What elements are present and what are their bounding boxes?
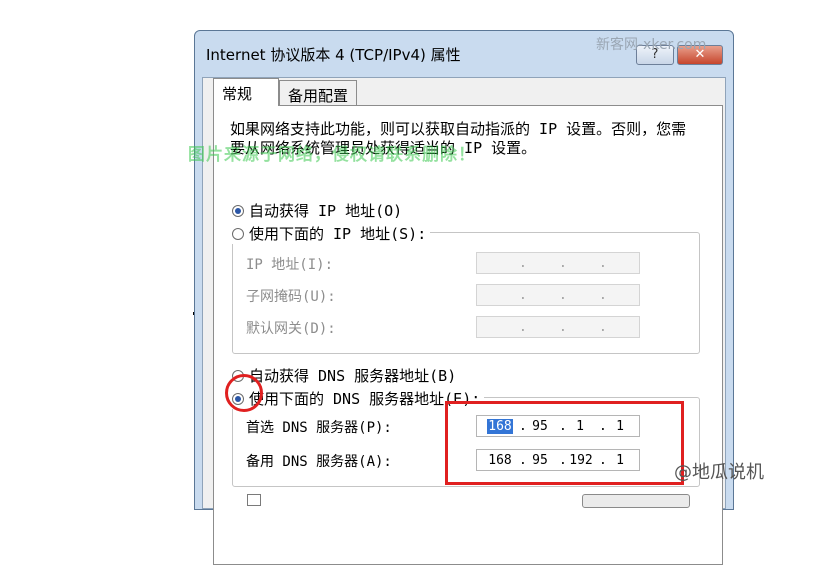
default-gateway-input[interactable]: ... — [476, 316, 640, 338]
window-title: Internet 协议版本 4 (TCP/IPv4) 属性 — [206, 46, 461, 64]
default-gateway-label: 默认网关(D): — [246, 321, 336, 337]
radio-unchecked-icon — [232, 227, 244, 240]
manual-ip-label: 使用下面的 IP 地址(S): — [249, 225, 427, 243]
manual-ip-radio[interactable]: 使用下面的 IP 地址(S): — [232, 223, 431, 244]
preferred-dns-label: 首选 DNS 服务器(P): — [246, 420, 392, 436]
ip-address-label: IP 地址(I): — [246, 257, 334, 273]
corner-watermark: 新客网-xker.com — [596, 37, 707, 53]
tab-alternate-config[interactable]: 备用配置 — [279, 80, 357, 106]
auto-ip-radio[interactable]: 自动获得 IP 地址(O) — [232, 200, 402, 221]
dns-highlight-box — [445, 401, 684, 485]
tab-general[interactable]: 常规 — [213, 78, 279, 106]
radio-highlight-circle — [225, 374, 263, 412]
radio-checked-icon — [232, 204, 244, 217]
subnet-mask-label: 子网掩码(U): — [246, 289, 336, 305]
overlay-watermark: 图片来源于网络，侵权请联系删除！ — [188, 145, 476, 165]
validate-on-exit-checkbox[interactable] — [247, 494, 261, 506]
auto-ip-label: 自动获得 IP 地址(O) — [249, 202, 403, 220]
auto-dns-radio[interactable]: 自动获得 DNS 服务器地址(B) — [232, 365, 456, 386]
advanced-button[interactable] — [582, 494, 690, 508]
subnet-mask-input[interactable]: ... — [476, 284, 640, 306]
bottom-watermark: @地瓜说机 — [674, 462, 764, 483]
alternate-dns-label: 备用 DNS 服务器(A): — [246, 454, 392, 470]
auto-dns-label: 自动获得 DNS 服务器地址(B) — [249, 367, 457, 385]
ip-address-input[interactable]: ... — [476, 252, 640, 274]
